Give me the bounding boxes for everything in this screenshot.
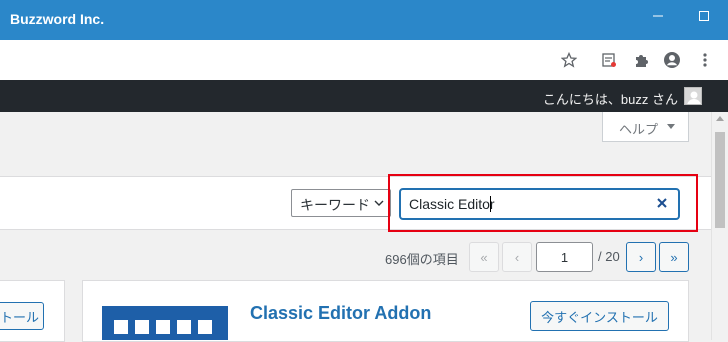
extensions-puzzle-icon[interactable] bbox=[631, 50, 651, 70]
admin-bar: こんにちは、buzz さん bbox=[0, 80, 728, 112]
profile-icon[interactable] bbox=[662, 50, 682, 70]
avatar-placeholder-icon bbox=[687, 91, 701, 104]
search-highlight-box bbox=[388, 174, 698, 232]
total-pages: / 20 bbox=[598, 249, 620, 264]
help-label: ヘルプ bbox=[619, 122, 659, 137]
search-type-value: キーワード bbox=[300, 197, 370, 213]
menu-kebab-icon[interactable] bbox=[695, 50, 715, 70]
avatar[interactable] bbox=[684, 87, 702, 105]
install-now-button[interactable]: 今すぐインストール bbox=[0, 302, 44, 330]
browser-title-bar: Buzzword Inc. bbox=[0, 0, 728, 40]
bookmark-star-icon[interactable] bbox=[559, 50, 579, 70]
last-page-button[interactable]: » bbox=[659, 242, 689, 272]
item-count: 696個の項目 bbox=[385, 252, 459, 267]
window-title: Buzzword Inc. bbox=[10, 11, 105, 27]
first-page-button: « bbox=[469, 242, 499, 272]
chevron-down-icon bbox=[374, 196, 384, 213]
next-page-button[interactable]: › bbox=[626, 242, 656, 272]
scroll-up-arrow-icon[interactable] bbox=[716, 116, 724, 121]
install-now-button[interactable]: 今すぐインストール bbox=[530, 301, 669, 331]
user-greeting[interactable]: こんにちは、buzz さん bbox=[543, 89, 678, 108]
prev-page-button: ‹ bbox=[502, 242, 532, 272]
plugin-name-link[interactable]: Classic Editor Addon bbox=[250, 303, 431, 324]
maximize-button[interactable] bbox=[681, 0, 727, 32]
scroll-thumb[interactable] bbox=[715, 132, 725, 228]
plugin-thumbnail[interactable] bbox=[102, 306, 228, 340]
browser-toolbar bbox=[0, 40, 728, 80]
current-page-input[interactable] bbox=[536, 242, 593, 272]
search-type-select[interactable]: キーワード bbox=[291, 189, 391, 217]
help-tab-button[interactable]: ヘルプ bbox=[602, 112, 689, 142]
extension-page-icon[interactable] bbox=[599, 50, 619, 70]
page-scrollbar[interactable] bbox=[711, 112, 728, 340]
caret-down-icon bbox=[667, 124, 675, 129]
maximize-icon bbox=[699, 11, 709, 21]
